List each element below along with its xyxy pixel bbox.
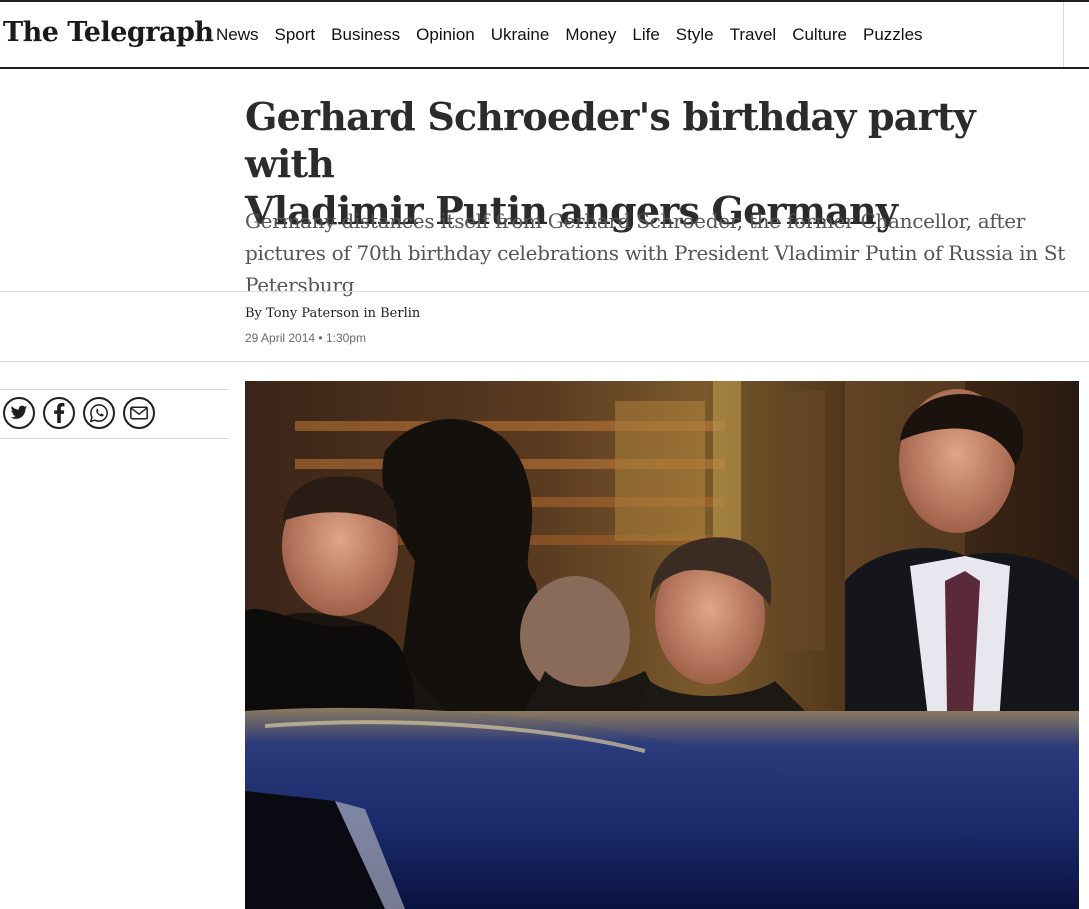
nav-ukraine[interactable]: Ukraine — [491, 25, 550, 45]
byline-prefix: By — [245, 306, 262, 321]
headline-line-1: Gerhard Schroeder's birthday party with — [245, 94, 976, 186]
share-facebook-button[interactable] — [43, 397, 75, 429]
share-bottom-rule — [0, 438, 229, 439]
share-top-rule — [0, 389, 229, 390]
share-whatsapp-button[interactable] — [83, 397, 115, 429]
publish-time: 1:30pm — [325, 331, 366, 345]
nav-culture[interactable]: Culture — [792, 25, 847, 45]
nav-style[interactable]: Style — [676, 25, 714, 45]
publish-date: 29 April 2014 — [245, 331, 316, 345]
author-link[interactable]: Tony Paterson — [266, 306, 359, 321]
telegraph-logo[interactable]: The Telegraph — [3, 17, 214, 48]
lead-photo-illustration — [245, 381, 1079, 909]
dateline: 29 April 2014 • 1:30pm — [245, 331, 366, 345]
nav-life[interactable]: Life — [632, 25, 659, 45]
share-email-button[interactable] — [123, 397, 155, 429]
main-nav: News Sport Business Opinion Ukraine Mone… — [216, 25, 939, 45]
article-lead-image — [245, 381, 1079, 909]
email-icon — [130, 406, 148, 420]
twitter-icon — [10, 405, 28, 419]
nav-money[interactable]: Money — [565, 25, 616, 45]
nav-opinion[interactable]: Opinion — [416, 25, 475, 45]
site-header: The Telegraph News Sport Business Opinio… — [0, 0, 1089, 69]
article-standfirst: Germany distances itself from Gerhard Sc… — [245, 209, 1066, 297]
byline-location: in Berlin — [363, 306, 421, 321]
byline: By Tony Paterson in Berlin — [245, 306, 420, 321]
share-bar — [3, 397, 163, 429]
nav-news[interactable]: News — [216, 25, 259, 45]
date-separator: • — [318, 331, 323, 345]
divider-below-byline — [0, 361, 1089, 362]
whatsapp-icon — [89, 404, 108, 423]
nav-puzzles[interactable]: Puzzles — [863, 25, 923, 45]
divider-above-byline — [0, 291, 1089, 292]
facebook-icon — [54, 403, 65, 423]
header-divider — [1063, 2, 1064, 67]
nav-sport[interactable]: Sport — [275, 25, 316, 45]
nav-travel[interactable]: Travel — [730, 25, 777, 45]
nav-business[interactable]: Business — [331, 25, 400, 45]
share-twitter-button[interactable] — [3, 397, 35, 429]
